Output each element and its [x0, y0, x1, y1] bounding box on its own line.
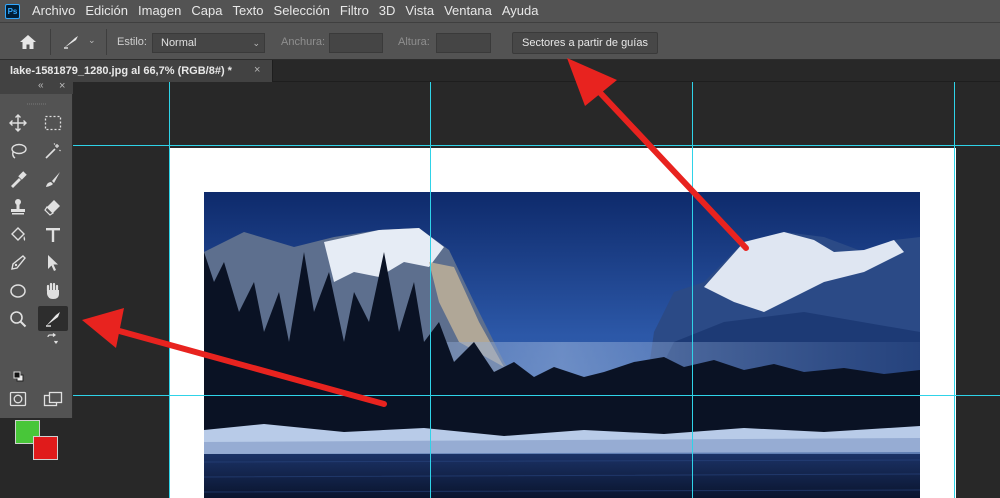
chevron-down-icon: ⌄	[252, 38, 260, 48]
menu-vista[interactable]: Vista	[405, 0, 434, 22]
quick-mask-icon[interactable]	[5, 388, 31, 410]
menu-texto[interactable]: Texto	[232, 0, 263, 22]
menu-ayuda[interactable]: Ayuda	[502, 0, 539, 22]
height-label: Altura:	[398, 36, 430, 48]
stamp-tool-icon[interactable]	[5, 196, 31, 218]
options-separator	[50, 29, 51, 55]
lasso-tool-icon[interactable]	[5, 140, 31, 162]
horizontal-guide[interactable]	[73, 395, 1000, 396]
width-input[interactable]	[329, 33, 383, 53]
collapse-icon[interactable]: «	[38, 80, 44, 91]
height-input[interactable]	[436, 33, 491, 53]
close-icon[interactable]: ×	[59, 80, 65, 92]
tools-panel-header: « ×	[0, 80, 73, 94]
marquee-tool-icon[interactable]	[40, 112, 66, 134]
type-tool-icon[interactable]	[40, 224, 66, 246]
style-select-value: Normal	[161, 37, 197, 49]
menu-seleccion[interactable]: Selección	[274, 0, 330, 22]
eraser-tool-icon[interactable]	[40, 196, 66, 218]
menu-imagen[interactable]: Imagen	[138, 0, 181, 22]
slice-tool-icon[interactable]	[38, 306, 68, 331]
eyedropper-tool-icon[interactable]	[5, 168, 31, 190]
document-tab-bar: lake-1581879_1280.jpg al 66,7% (RGB/8#) …	[0, 60, 1000, 82]
style-label: Estilo:	[117, 36, 147, 48]
lake-mountain-photo	[204, 192, 920, 498]
menu-capa[interactable]: Capa	[191, 0, 222, 22]
horizontal-guide[interactable]	[73, 145, 1000, 146]
width-label: Anchura:	[281, 36, 326, 48]
options-separator	[106, 29, 107, 55]
hand-tool-icon[interactable]	[40, 280, 66, 302]
document-tab-title: lake-1581879_1280.jpg al 66,7% (RGB/8#) …	[10, 65, 232, 77]
menu-edicion[interactable]: Edición	[85, 0, 128, 22]
slice-preset-icon[interactable]	[62, 34, 80, 50]
options-bar: ⌄ Estilo: Normal ⌄ Anchura: Altura: Sect…	[0, 22, 1000, 60]
tools-panel: « ×	[0, 80, 73, 460]
path-selection-tool-icon[interactable]	[40, 252, 66, 274]
move-tool-icon[interactable]	[5, 112, 31, 134]
swap-colors-icon[interactable]	[44, 332, 60, 346]
menu-archivo[interactable]: Archivo	[32, 0, 75, 22]
photoshop-logo-icon: Ps	[5, 3, 20, 19]
menu-3d[interactable]: 3D	[379, 0, 396, 22]
close-icon[interactable]: ×	[254, 64, 260, 76]
pen-tool-icon[interactable]	[5, 252, 31, 274]
ellipse-tool-icon[interactable]	[5, 280, 31, 302]
style-select[interactable]: Normal ⌄	[152, 33, 265, 53]
magic-wand-tool-icon[interactable]	[40, 140, 66, 162]
default-colors-icon[interactable]	[11, 370, 25, 382]
panel-grip[interactable]	[0, 94, 73, 105]
background-color-swatch[interactable]	[33, 436, 58, 460]
paint-bucket-tool-icon[interactable]	[5, 224, 31, 246]
menu-bar: Ps Archivo Edición Imagen Capa Texto Sel…	[0, 0, 1000, 22]
chevron-down-icon[interactable]: ⌄	[88, 35, 96, 46]
home-icon[interactable]	[18, 34, 38, 50]
brush-tool-icon[interactable]	[40, 168, 66, 190]
slices-from-guides-button[interactable]: Sectores a partir de guías	[512, 32, 658, 54]
document-tab[interactable]: lake-1581879_1280.jpg al 66,7% (RGB/8#) …	[0, 60, 273, 82]
screen-mode-icon[interactable]	[40, 388, 66, 410]
menu-ventana[interactable]: Ventana	[444, 0, 492, 22]
zoom-tool-icon[interactable]	[5, 308, 31, 330]
menu-filtro[interactable]: Filtro	[340, 0, 369, 22]
document-canvas[interactable]	[73, 82, 1000, 498]
